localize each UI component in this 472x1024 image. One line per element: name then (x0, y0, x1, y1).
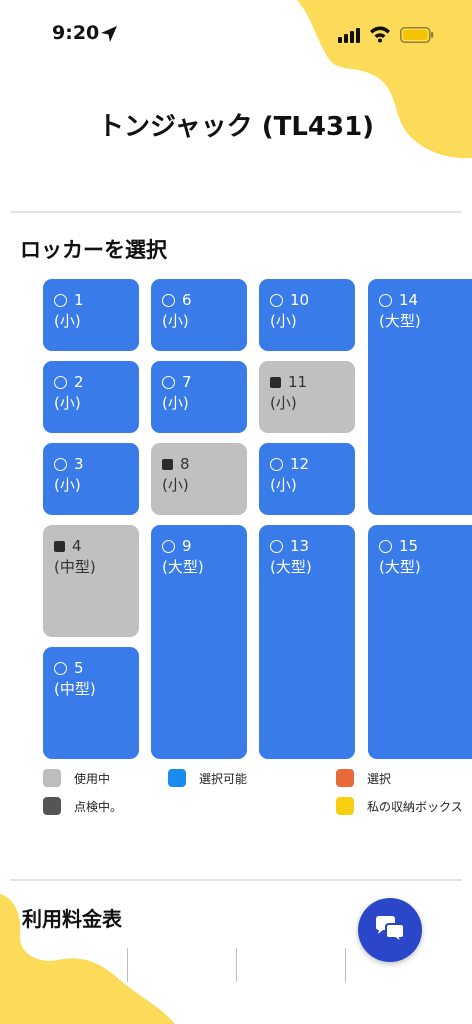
available-circle-icon (379, 294, 392, 307)
legend-label: 使用中 (74, 771, 111, 786)
locker-size: (小) (54, 476, 81, 494)
available-circle-icon (54, 662, 67, 675)
legend-label: 選択 (367, 771, 392, 786)
locker-number: 14 (399, 291, 419, 309)
locker-9[interactable]: 9 (大型) (151, 525, 247, 759)
locker-5[interactable]: 5 (中型) (43, 647, 139, 759)
locker-number: 12 (290, 455, 310, 473)
fee-table-divider (236, 948, 237, 982)
legend-swatch (336, 769, 354, 787)
available-circle-icon (162, 294, 175, 307)
locker-size: (小) (54, 312, 81, 330)
locker-8[interactable]: 8 (小) (151, 443, 247, 515)
locker-4[interactable]: 4 (中型) (43, 525, 139, 637)
in-use-square-icon (270, 377, 281, 388)
legend-swatch (43, 797, 61, 815)
locker-size: (小) (162, 476, 189, 494)
locker-size: (中型) (54, 680, 96, 698)
locker-6[interactable]: 6 (小) (151, 279, 247, 351)
locker-number: 6 (182, 291, 192, 309)
locker-section-title: ロッカーを選択 (20, 238, 167, 262)
available-circle-icon (54, 458, 67, 471)
locker-12[interactable]: 12 (小) (259, 443, 355, 515)
locker-number: 8 (180, 455, 190, 473)
locker-3[interactable]: 3 (小) (43, 443, 139, 515)
fee-table-divider (127, 948, 128, 982)
locker-size: (小) (270, 476, 297, 494)
available-circle-icon (54, 294, 67, 307)
locker-number: 9 (182, 537, 192, 555)
locker-size: (小) (270, 394, 297, 412)
locker-14[interactable]: 14 (大型) (368, 279, 472, 515)
legend-my-box: 私の収納ボックス (336, 797, 463, 815)
legend-inspection: 点検中。 (43, 797, 122, 815)
available-circle-icon (379, 540, 392, 553)
legend-label: 選択可能 (199, 771, 248, 786)
locker-size: (大型) (162, 558, 204, 576)
locker-size: (小) (162, 312, 189, 330)
locker-size: (小) (270, 312, 297, 330)
legend-in-use: 使用中 (43, 769, 110, 787)
legend-swatch (168, 769, 186, 787)
locker-size: (大型) (379, 558, 421, 576)
legend-selectable: 選択可能 (168, 769, 247, 787)
available-circle-icon (270, 540, 283, 553)
locker-size: (大型) (270, 558, 312, 576)
locker-number: 15 (399, 537, 419, 555)
locker-13[interactable]: 13 (大型) (259, 525, 355, 759)
locker-number: 1 (74, 291, 84, 309)
locker-number: 11 (288, 373, 308, 391)
locker-number: 10 (290, 291, 310, 309)
fee-section-title: 利用料金表 (22, 907, 122, 931)
legend-swatch (336, 797, 354, 815)
available-circle-icon (270, 294, 283, 307)
locker-number: 5 (74, 659, 84, 677)
locker-1[interactable]: 1 (小) (43, 279, 139, 351)
legend-label: 私の収納ボックス (367, 799, 463, 814)
available-circle-icon (162, 376, 175, 389)
section-divider (10, 211, 462, 213)
available-circle-icon (162, 540, 175, 553)
location-arrow-icon (101, 26, 117, 42)
locker-7[interactable]: 7 (小) (151, 361, 247, 433)
wifi-icon (370, 26, 390, 43)
legend-label: 点検中。 (74, 799, 123, 814)
locker-size: (小) (162, 394, 189, 412)
locker-number: 7 (182, 373, 192, 391)
locker-number: 13 (290, 537, 310, 555)
locker-11[interactable]: 11 (小) (259, 361, 355, 433)
locker-10[interactable]: 10 (小) (259, 279, 355, 351)
fee-table-divider (345, 948, 346, 982)
page-title: トンジャック (TL431) (97, 112, 375, 142)
section-divider (10, 879, 462, 881)
signal-icon (338, 28, 360, 43)
locker-15[interactable]: 15 (大型) (368, 525, 472, 759)
locker-size: (小) (54, 394, 81, 412)
in-use-square-icon (54, 541, 65, 552)
available-circle-icon (54, 376, 67, 389)
locker-size: (大型) (379, 312, 421, 330)
legend-selected: 選択 (336, 769, 391, 787)
available-circle-icon (270, 458, 283, 471)
locker-number: 4 (72, 537, 82, 555)
locker-2[interactable]: 2 (小) (43, 361, 139, 433)
in-use-square-icon (162, 459, 173, 470)
legend-swatch (43, 769, 61, 787)
locker-size: (中型) (54, 558, 96, 576)
battery-icon (400, 27, 434, 43)
status-time: 9:20 (52, 22, 100, 44)
chat-bubbles-icon (376, 916, 405, 945)
chat-button[interactable] (358, 898, 422, 962)
status-bar: 9:20 (0, 0, 472, 70)
locker-number: 2 (74, 373, 84, 391)
locker-number: 3 (74, 455, 84, 473)
